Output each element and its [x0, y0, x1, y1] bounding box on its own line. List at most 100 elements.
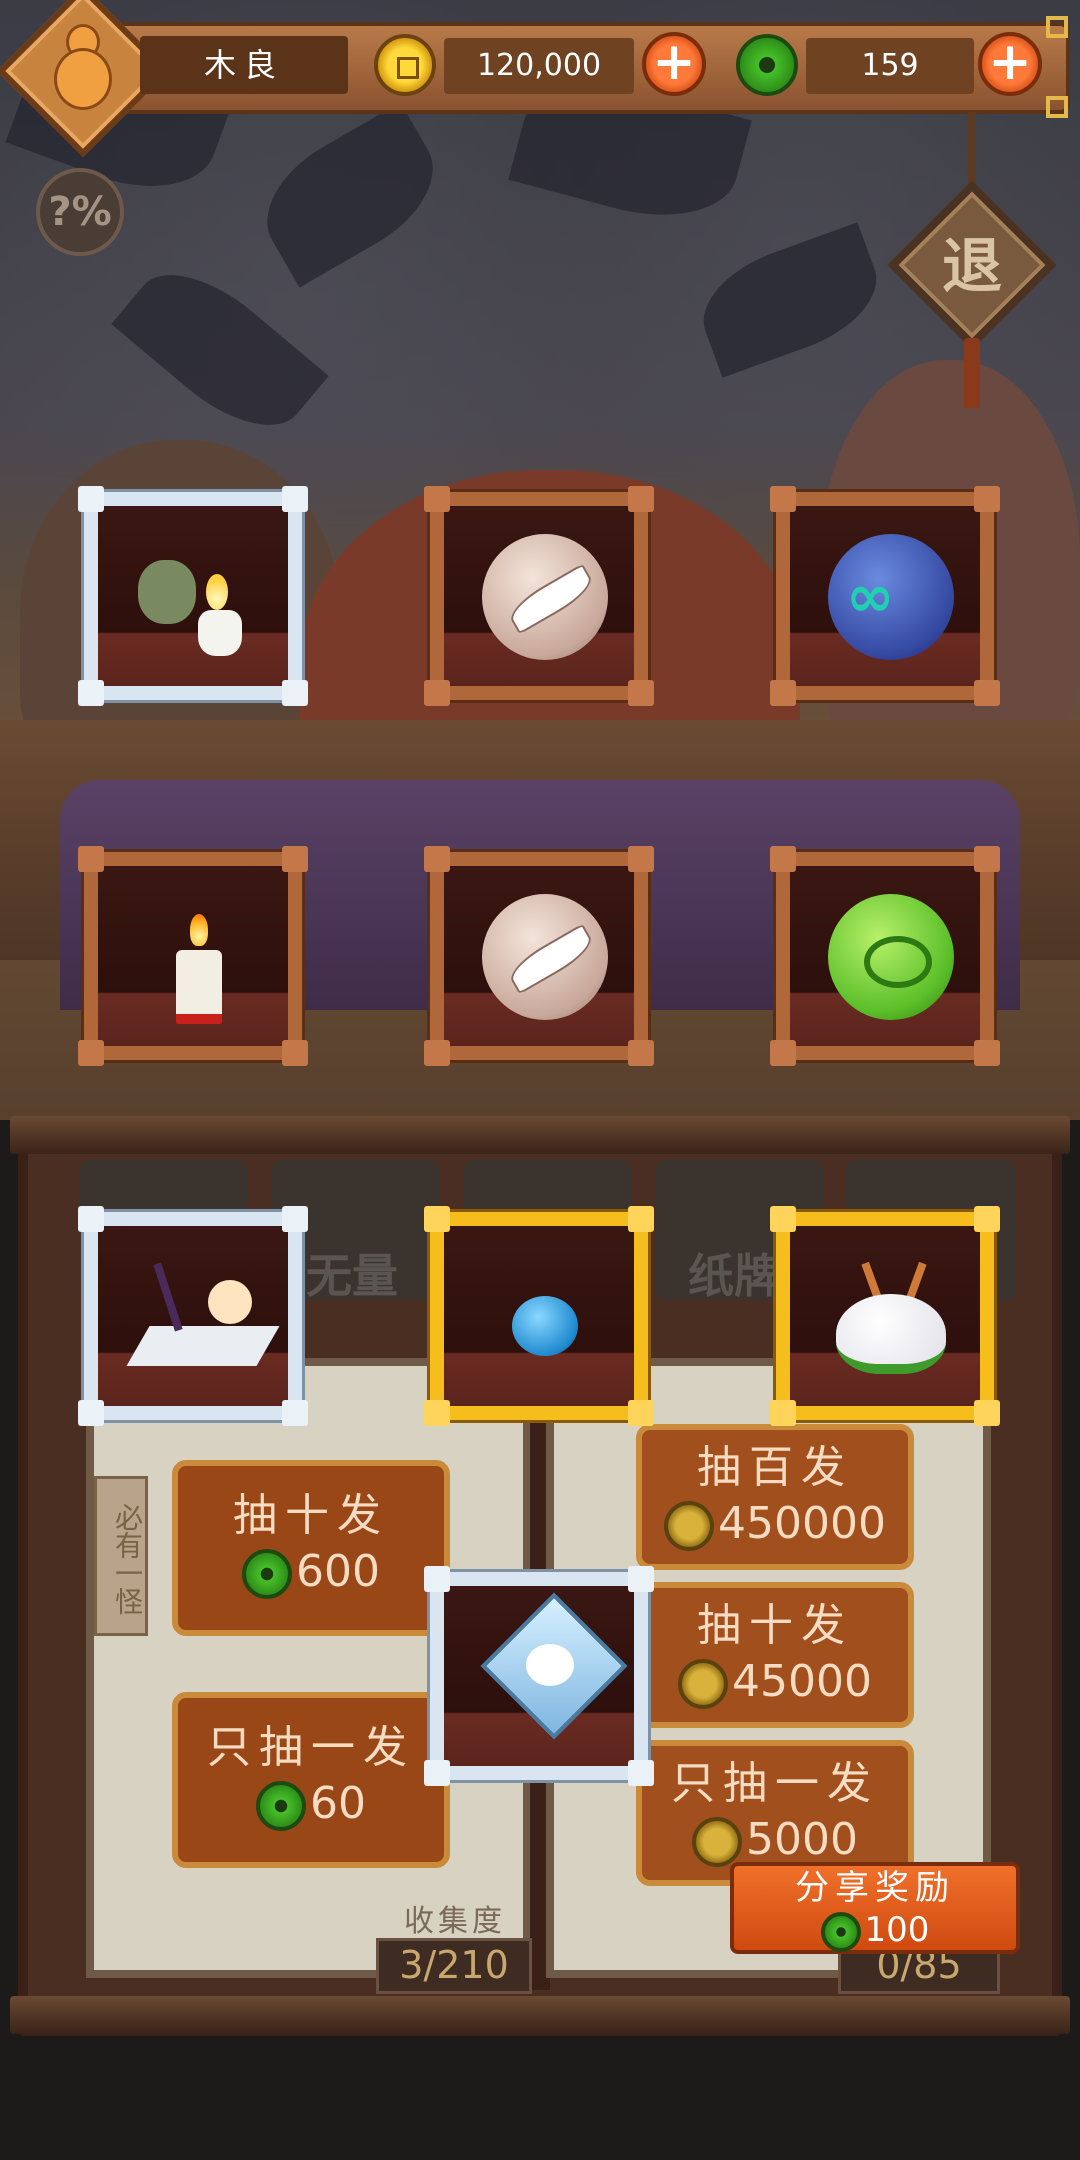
gourd-icon [52, 24, 112, 110]
frame-bolt [628, 1400, 654, 1426]
frame-bolt [424, 680, 450, 706]
price-text: 45000 [732, 1656, 872, 1707]
tassel-icon [964, 338, 980, 408]
jade-coin-icon [820, 1911, 861, 1952]
frame-bolt [424, 486, 450, 512]
frame-bolt [282, 680, 308, 706]
frame-bolt [78, 846, 104, 872]
jade-coin-icon [242, 1549, 292, 1599]
frame-bolt [628, 1206, 654, 1232]
frame-bolt [770, 1400, 796, 1426]
left-draw-ten-button[interactable]: 抽十发 600 [172, 1460, 450, 1636]
jade-balance: 159 [806, 38, 974, 94]
flame-icon [190, 914, 208, 946]
button-label: 抽百发 [697, 1442, 853, 1493]
share-price-text: 100 [864, 1910, 930, 1950]
frame-bolt [974, 486, 1000, 512]
corner-ornament [1046, 96, 1068, 118]
frame-bolt [282, 1040, 308, 1066]
lamp-icon [198, 610, 242, 656]
frame-bolt [770, 846, 796, 872]
frame-bolt [770, 1206, 796, 1232]
reward-card[interactable] [424, 486, 654, 706]
frame-bolt [282, 486, 308, 512]
reward-card[interactable] [424, 846, 654, 1066]
reward-card[interactable] [78, 486, 308, 706]
frame-bolt [424, 1206, 450, 1232]
left-draw-one-button[interactable]: 只抽一发 60 [172, 1692, 450, 1868]
frame-bolt [974, 1040, 1000, 1066]
share-reward-button[interactable]: 分享奖励 100 [730, 1862, 1020, 1954]
gold-coin-icon [692, 1817, 742, 1867]
frame-bolt [282, 1206, 308, 1232]
gold-coin-icon [374, 34, 436, 96]
price-text: 450000 [718, 1498, 886, 1549]
gold-coin-icon [678, 1659, 728, 1709]
button-label: 抽十发 [233, 1490, 389, 1541]
frame-bolt [974, 680, 1000, 706]
candle-icon [176, 950, 222, 1024]
white-deer-icon [836, 1294, 946, 1374]
left-collection-progress: 3/210 [376, 1938, 532, 1994]
infinity-icon: ∞ [846, 562, 895, 630]
right-draw-ten-button[interactable]: 抽十发 45000 [636, 1582, 914, 1728]
button-label: 抽十发 [697, 1600, 853, 1651]
right-draw-hundred-button[interactable]: 抽百发 450000 [636, 1424, 914, 1570]
reward-card[interactable] [424, 1566, 654, 1786]
corner-ornament [1046, 16, 1068, 38]
frame-bolt [628, 1760, 654, 1786]
lamp-flame-icon [206, 574, 228, 610]
frame-bolt [628, 1040, 654, 1066]
frame-bolt [78, 680, 104, 706]
price-text: 600 [296, 1546, 380, 1597]
tab-label: 纸牌 [688, 1249, 780, 1303]
monk-icon [208, 1280, 252, 1324]
gold-coin-icon [664, 1501, 715, 1551]
frame-bolt [424, 846, 450, 872]
jade-coin-icon [736, 34, 798, 96]
reward-card[interactable]: ∞ [770, 486, 1000, 706]
frame-bolt [282, 846, 308, 872]
imp-icon [138, 560, 196, 624]
reward-card[interactable] [424, 1206, 654, 1426]
reward-card[interactable] [770, 1206, 1000, 1426]
tab-label: 无量 [306, 1249, 398, 1303]
reward-card[interactable] [770, 846, 1000, 1066]
frame-bolt [974, 1206, 1000, 1232]
frame-bolt [424, 1566, 450, 1592]
frame-bolt [628, 486, 654, 512]
share-label: 分享奖励 [795, 1868, 955, 1908]
swirl-icon [864, 936, 932, 988]
frame-bolt [628, 680, 654, 706]
coin-balance: 120,000 [444, 38, 634, 94]
frame-bolt [628, 846, 654, 872]
board-top-rail [10, 1116, 1070, 1154]
price-text: 5000 [746, 1814, 858, 1865]
frame-bolt [78, 1040, 104, 1066]
add-coins-button[interactable]: + [642, 32, 706, 96]
water-spirit-icon [512, 1296, 578, 1356]
price-text: 60 [310, 1778, 366, 1829]
button-label: 只抽一发 [671, 1758, 879, 1809]
exit-label[interactable]: 退 [912, 222, 1032, 312]
frame-bolt [770, 1040, 796, 1066]
guarantee-tag: 必有一怪 [94, 1476, 148, 1636]
frame-bolt [424, 1400, 450, 1426]
jade-coin-icon [256, 1781, 306, 1831]
frame-bolt [770, 680, 796, 706]
reward-card[interactable] [78, 1206, 308, 1426]
player-name: 木良 [140, 36, 348, 94]
frame-bolt [974, 846, 1000, 872]
frame-bolt [974, 1400, 1000, 1426]
button-label: 只抽一发 [207, 1722, 415, 1773]
collection-label: 收集度 [404, 1904, 506, 1939]
frame-bolt [770, 486, 796, 512]
frame-bolt [282, 1400, 308, 1426]
reward-card[interactable] [78, 846, 308, 1066]
paper-icon [126, 1326, 280, 1366]
frame-bolt [628, 1566, 654, 1592]
frame-bolt [78, 486, 104, 512]
add-jade-button[interactable]: + [978, 32, 1042, 96]
drop-rate-button[interactable]: ?% [36, 168, 124, 256]
frame-bolt [78, 1206, 104, 1232]
